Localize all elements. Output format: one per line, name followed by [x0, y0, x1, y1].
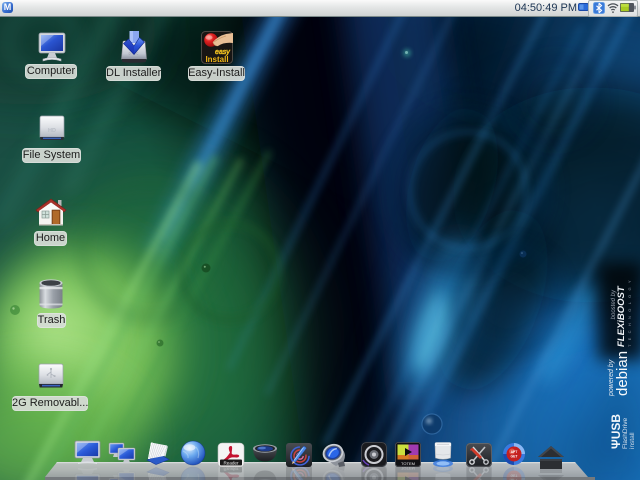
- svg-text:Install: Install: [205, 55, 228, 64]
- svg-text:Reader: Reader: [223, 460, 239, 465]
- svg-text:HD: HD: [48, 128, 56, 134]
- svg-text:APT: APT: [511, 450, 519, 454]
- svg-text:GET: GET: [511, 455, 519, 459]
